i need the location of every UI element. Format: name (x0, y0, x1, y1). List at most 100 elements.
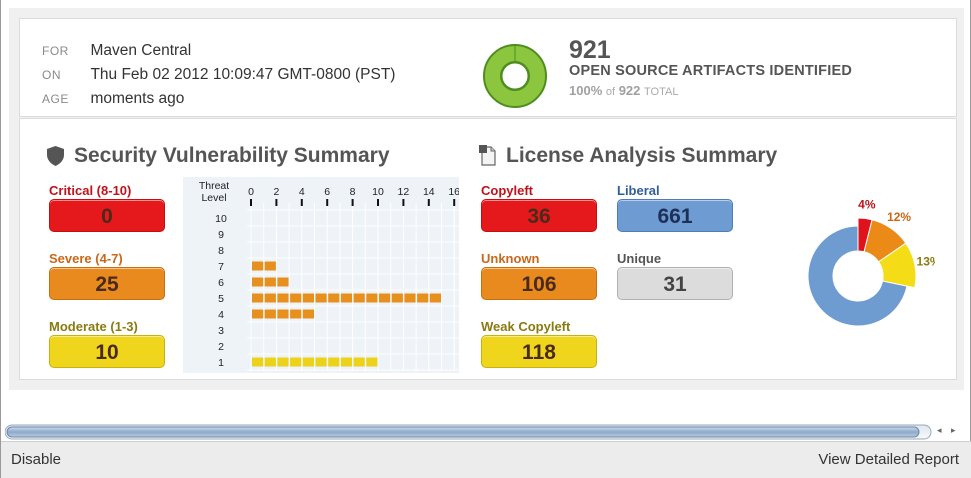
view-detailed-report-link[interactable]: View Detailed Report (818, 451, 959, 468)
app-window: FOR Maven Central ON Thu Feb 02 2012 10:… (0, 0, 971, 478)
y-tick-label: 2 (218, 341, 224, 353)
age-label: AGE (42, 92, 69, 106)
donut-percent-label: 13% (917, 255, 935, 269)
artifacts-ring-chart (483, 44, 547, 108)
copyleft-count-button[interactable]: 36 (481, 199, 597, 232)
scan-date: Thu Feb 02 2012 10:09:47 GMT-0800 (PST) (90, 66, 396, 83)
moderate-count-button[interactable]: 10 (49, 335, 165, 368)
y-tick-label: 4 (218, 309, 224, 321)
threat-bar (290, 309, 302, 319)
scroll-left-arrow-icon[interactable]: ◂ (937, 425, 942, 436)
y-tick-label: 7 (218, 261, 224, 273)
threat-bar (277, 293, 289, 303)
on-label: ON (42, 68, 61, 82)
x-tick-label: 4 (299, 186, 305, 198)
threat-bar (315, 293, 327, 303)
disable-link[interactable]: Disable (11, 451, 61, 468)
threat-bar (277, 277, 289, 287)
threat-bar (252, 309, 264, 319)
document-icon (479, 145, 496, 166)
threat-bar (353, 293, 365, 303)
age-row: AGE moments ago (42, 89, 184, 109)
severe-label: Severe (4-7) (49, 251, 123, 266)
x-tick-label: 0 (248, 186, 254, 198)
for-label: FOR (42, 44, 69, 58)
y-tick-label: 10 (215, 213, 227, 225)
summary-body-panel: Security Vulnerability Summary Critical … (19, 118, 957, 380)
of-text: of (605, 86, 616, 98)
artifact-total: 100% of 922 TOTAL (569, 83, 678, 98)
threat-bar (340, 293, 353, 303)
threat-bar (328, 357, 340, 367)
total-count: 922 (618, 83, 641, 98)
unknown-count-button[interactable]: 106 (481, 267, 597, 300)
x-tick-label: 8 (350, 186, 356, 198)
threat-bar (264, 293, 276, 303)
threat-bar (252, 357, 264, 367)
y-tick-label: 6 (218, 277, 224, 289)
threat-bar (264, 309, 276, 319)
threat-bar (252, 277, 264, 287)
y-axis-title-line1: Threat (199, 180, 229, 192)
threat-bar (315, 357, 327, 367)
unique-count-button[interactable]: 31 (617, 267, 733, 300)
license-donut-chart: 4% 12% 13% (807, 198, 935, 327)
y-tick-label: 3 (218, 325, 224, 337)
copyleft-label: Copyleft (481, 183, 533, 198)
x-tick-label: 2 (273, 186, 279, 198)
threat-bar (277, 357, 289, 367)
repository-name: Maven Central (90, 42, 192, 59)
liberal-label: Liberal (617, 183, 660, 198)
scan-age: moments ago (90, 90, 185, 107)
threat-bar (353, 357, 365, 367)
x-tick-label: 16 (448, 186, 459, 198)
threat-bar (391, 293, 403, 303)
donut-percent-label: 12% (887, 210, 911, 224)
footer-bar: Disable View Detailed Report (1, 441, 971, 478)
threat-bar (340, 357, 353, 367)
threat-bar (366, 357, 378, 367)
threat-bar (264, 357, 276, 367)
security-summary-title: Security Vulnerability Summary (74, 144, 390, 167)
on-row: ON Thu Feb 02 2012 10:09:47 GMT-0800 (PS… (42, 65, 395, 85)
y-tick-label: 1 (218, 357, 224, 369)
liberal-count-button[interactable]: 661 (617, 199, 733, 232)
threat-bar (366, 293, 378, 303)
x-tick-label: 14 (423, 186, 435, 198)
critical-count-button[interactable]: 0 (49, 199, 165, 232)
scan-info-panel: FOR Maven Central ON Thu Feb 02 2012 10:… (19, 18, 957, 117)
critical-label: Critical (8-10) (49, 183, 132, 198)
threat-bar (328, 293, 340, 303)
x-tick-label: 6 (324, 186, 330, 198)
threat-bar (290, 357, 302, 367)
license-summary-title: License Analysis Summary (506, 144, 778, 167)
scroll-right-arrow-icon[interactable]: ▸ (951, 425, 956, 436)
y-tick-label: 9 (218, 229, 224, 241)
threat-bar (429, 293, 441, 303)
scrollbar-thumb (6, 426, 920, 438)
threat-bar (252, 261, 264, 271)
artifact-count: 921 (569, 36, 611, 64)
y-axis-title-line2: Level (201, 192, 226, 204)
for-row: FOR Maven Central (42, 41, 191, 61)
threat-bar (290, 293, 302, 303)
threat-bar (302, 293, 314, 303)
weak-copyleft-count-button[interactable]: 118 (481, 335, 597, 368)
shield-icon (47, 146, 64, 166)
y-tick-label: 8 (218, 245, 224, 257)
donut-percent-label: 4% (858, 198, 876, 212)
y-tick-label: 5 (218, 293, 224, 305)
threat-bar (302, 309, 314, 319)
threat-bar (277, 309, 289, 319)
summary-container: FOR Maven Central ON Thu Feb 02 2012 10:… (9, 8, 964, 390)
artifact-percent: 100% (569, 83, 603, 98)
threat-bar (417, 293, 429, 303)
threat-bar (404, 293, 416, 303)
severe-count-button[interactable]: 25 (49, 267, 165, 300)
moderate-label: Moderate (1-3) (49, 319, 138, 334)
x-tick-label: 10 (372, 186, 384, 198)
threat-bar (379, 293, 391, 303)
horizontal-scrollbar[interactable] (5, 424, 951, 440)
threat-bar (252, 293, 264, 303)
threat-bar (264, 277, 276, 287)
